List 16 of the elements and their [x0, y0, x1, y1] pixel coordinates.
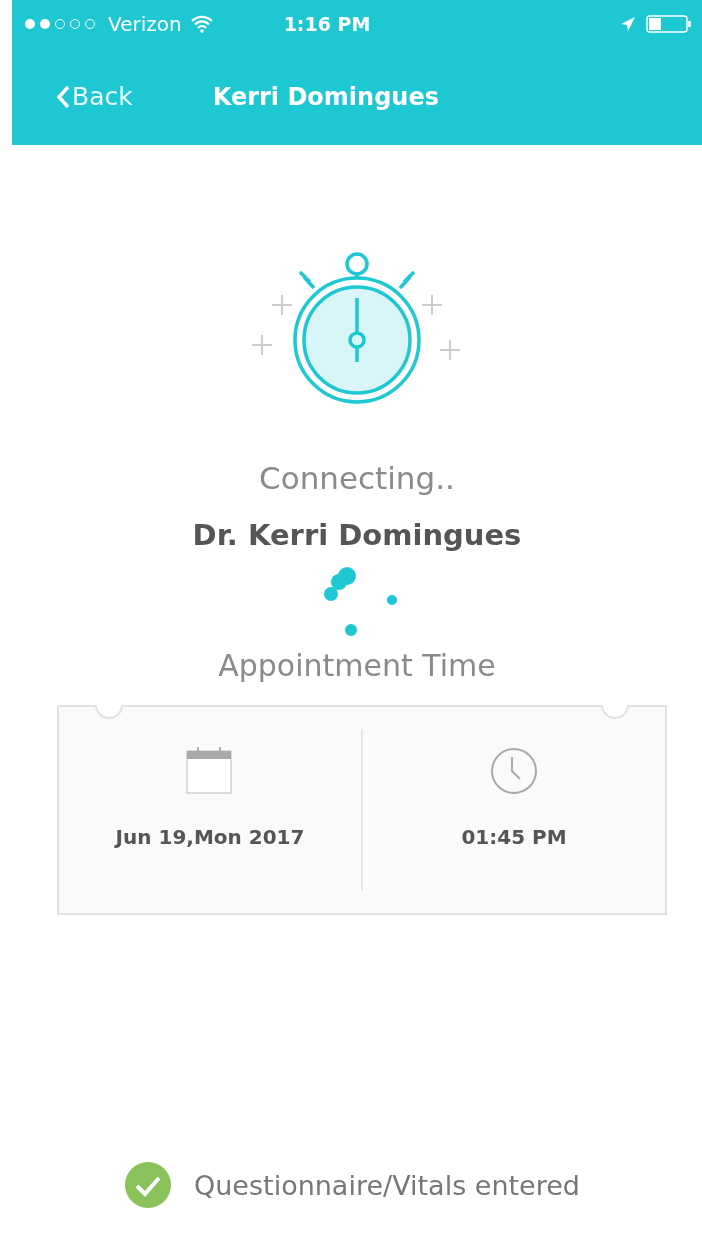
status-time: 1:16 PM — [283, 13, 371, 35]
clock-icon — [490, 747, 538, 795]
carrier-name: Verizon — [108, 12, 182, 36]
calendar-icon — [186, 747, 234, 795]
back-button[interactable]: Back — [56, 82, 133, 111]
checklist-label: Questionnaire/Vitals entered — [194, 1169, 580, 1201]
screen-title: Kerri Domingues — [212, 82, 439, 111]
wifi-icon — [189, 15, 214, 33]
appointment-date: Jun 19,Mon 2017 — [115, 825, 305, 849]
battery-icon — [646, 15, 692, 33]
doctor-name: Dr. Kerri Domingues — [192, 518, 522, 552]
appointment-heading: Appointment Time — [218, 648, 496, 683]
location-arrow-icon — [620, 16, 636, 32]
appointment-time: 01:45 PM — [461, 825, 567, 849]
chevron-left-icon — [56, 84, 70, 109]
connecting-message: Connecting.. — [259, 460, 455, 496]
